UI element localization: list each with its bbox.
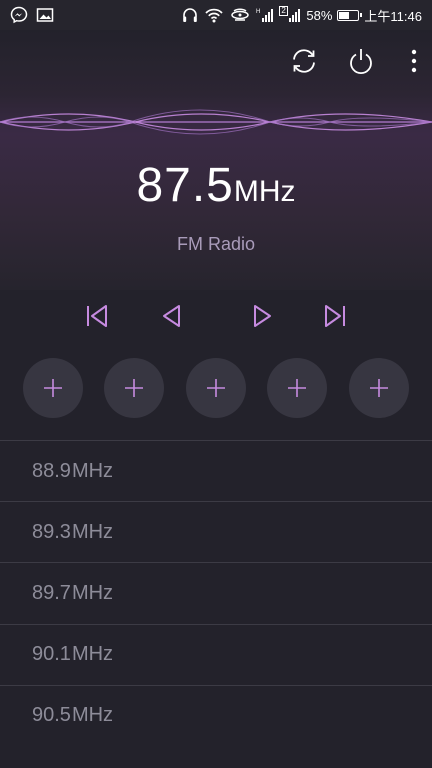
svg-text:H: H [256,9,260,15]
more-vertical-icon [410,48,418,79]
add-preset-button-2[interactable] [104,358,164,418]
sim-badge: 2 [281,6,286,15]
plus-icon [368,377,390,399]
radio-hero: 87.5MHz FM Radio [0,30,432,290]
plus-icon [42,377,64,399]
seek-back-button[interactable] [151,298,191,338]
skip-previous-icon [84,303,110,334]
station-frequency: 88.9 [32,459,71,482]
plus-icon [123,377,145,399]
signal-icon: H [256,6,274,24]
preset-row [0,358,432,420]
seek-forward-button[interactable] [243,298,283,338]
station-item[interactable]: 90.1 MHz [0,623,432,685]
playback-controls [0,298,432,338]
power-button[interactable] [339,46,383,80]
seek-back-icon [159,303,183,334]
frequency-unit: MHz [233,175,296,208]
station-unit: MHz [71,459,114,482]
seek-forward-icon [251,303,275,334]
status-right: H 2 58% 上午11:46 [181,6,422,25]
headphones-icon [181,6,199,24]
band-label: FM Radio [176,234,256,254]
station-frequency: 90.5 [32,704,71,727]
toolbar [269,46,432,80]
refresh-button[interactable] [282,46,326,80]
messenger-icon [10,6,28,24]
more-options-button[interactable] [396,46,432,80]
battery-fill [339,11,350,19]
station-item[interactable]: 88.9 MHz [0,440,432,501]
add-preset-button-3[interactable] [186,358,246,418]
gallery-icon [36,7,54,23]
station-item[interactable]: 89.7 MHz [0,562,432,623]
hotspot-icon [229,6,251,24]
plus-icon [286,377,308,399]
refresh-icon [289,46,319,81]
power-icon [347,46,375,81]
frequency-wave [0,109,432,135]
station-frequency: 89.7 [32,581,71,604]
station-unit: MHz [71,581,114,604]
add-preset-button-1[interactable] [23,358,83,418]
status-left [10,6,54,24]
station-unit: MHz [71,520,114,543]
station-unit: MHz [71,704,114,727]
skip-next-icon [322,303,348,334]
wifi-icon [204,6,224,24]
plus-icon [205,377,227,399]
station-item[interactable]: 89.3 MHz [0,501,432,562]
battery-icon [337,9,363,21]
skip-previous-button[interactable] [77,298,117,338]
station-item[interactable]: 90.5 MHz [0,684,432,746]
battery-percent: 58% [306,7,333,23]
status-bar: H 2 58% 上午11:46 [0,0,432,30]
station-frequency: 89.3 [32,520,71,543]
station-frequency: 90.1 [32,643,71,666]
signal-icon: 2 [279,6,301,24]
clock: 上午11:46 [364,8,422,24]
skip-next-button[interactable] [315,298,355,338]
station-unit: MHz [71,643,114,666]
frequency-display: 87.5MHz [0,158,432,213]
frequency-value: 87.5 [136,159,234,212]
add-preset-button-4[interactable] [267,358,327,418]
station-list: 88.9 MHz 89.3 MHz 89.7 MHz 90.1 MHz 90.5 MHz [0,440,432,746]
add-preset-button-5[interactable] [349,358,409,418]
